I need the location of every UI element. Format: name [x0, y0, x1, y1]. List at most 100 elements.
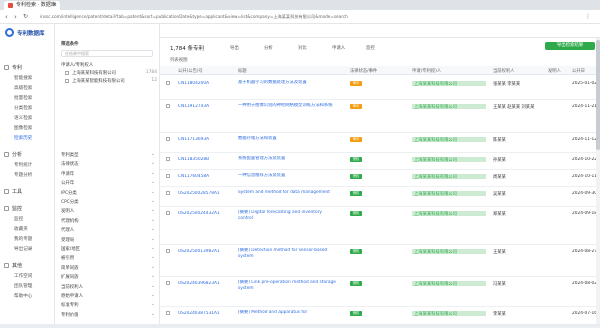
- applicant[interactable]: 上海某某科技有限公司: [412, 174, 492, 180]
- applicant[interactable]: 上海某某科技有限公司: [412, 104, 492, 110]
- checkbox[interactable]: [65, 70, 69, 75]
- column-header[interactable]: 申请(专利权)人: [412, 68, 441, 74]
- chevron-down-icon[interactable]: ⌄: [151, 189, 155, 195]
- toolbar-4[interactable]: 监控: [366, 45, 375, 51]
- applicant[interactable]: 上海某某科技有限公司: [412, 137, 492, 143]
- sidebar-item[interactable]: 分类检索: [14, 105, 32, 111]
- sidebar-item[interactable]: 团队管理: [14, 283, 32, 289]
- inventor[interactable]: 吴某某: [493, 191, 541, 197]
- chevron-down-icon[interactable]: ⌄: [151, 160, 155, 166]
- sidebar-item[interactable]: 专题分析: [14, 172, 32, 178]
- chevron-down-icon[interactable]: ⌄: [151, 170, 155, 176]
- chevron-down-icon[interactable]: ⌄: [151, 292, 155, 298]
- chevron-down-icon[interactable]: ⌄: [151, 151, 155, 157]
- sidebar-group[interactable]: 专利: [4, 64, 22, 71]
- sidebar-item[interactable]: 语义检索: [14, 115, 32, 121]
- sidebar-group[interactable]: 工具: [4, 188, 22, 195]
- sidebar-group[interactable]: 分析: [4, 151, 22, 158]
- patent-title[interactable]: 基于机器学习的数据处理方法及装置: [238, 80, 336, 86]
- sidebar-item[interactable]: 高级检索: [14, 85, 32, 91]
- applicant[interactable]: 上海某某科技有限公司: [412, 249, 492, 255]
- chevron-down-icon[interactable]: ⌄: [151, 179, 155, 185]
- chevron-down-icon[interactable]: ⌄: [151, 236, 155, 242]
- row-checkbox[interactable]: [166, 81, 170, 85]
- column-header[interactable]: 标题: [238, 68, 247, 74]
- facet-2[interactable]: 申请年: [61, 171, 74, 177]
- row-checkbox[interactable]: [166, 174, 170, 178]
- chevron-down-icon[interactable]: ⌄: [151, 198, 155, 204]
- sidebar-group[interactable]: 监控: [4, 205, 22, 212]
- column-header[interactable]: 法律状态/事件: [350, 68, 377, 74]
- chevron-down-icon[interactable]: ⌄: [151, 264, 155, 270]
- close-icon[interactable]: ×: [53, 1, 57, 10]
- column-header[interactable]: 当前权利人: [493, 68, 514, 74]
- browser-tab[interactable]: 专利检索 · 数据库 ×: [4, 1, 60, 10]
- inventor[interactable]: 郑某某: [493, 211, 541, 217]
- sidebar-item[interactable]: 我的专题: [14, 236, 32, 242]
- patent-title[interactable]: 数据存储方法和装置: [238, 136, 336, 142]
- facet-6[interactable]: 发明人: [61, 208, 74, 214]
- forward-icon[interactable]: ›: [14, 13, 17, 21]
- reload-icon[interactable]: ↻: [23, 13, 28, 20]
- applicant[interactable]: 上海某某科技有限公司: [412, 311, 492, 317]
- patent-title[interactable]: [摘要] Detection method for sensor-based s…: [238, 248, 336, 259]
- inventor[interactable]: 李某某: [493, 311, 541, 317]
- facet-8[interactable]: 代理人: [61, 227, 74, 233]
- tree-item[interactable]: 上海某某科技有限公司 1784: [65, 70, 157, 76]
- patent-title[interactable]: 一种用于图像识别的神经网络模型训练方法和系统: [238, 103, 336, 109]
- patent-title[interactable]: System and method for data management: [238, 190, 336, 196]
- inventor[interactable]: 王某某 赵某某 刘某某: [493, 104, 541, 110]
- inventor[interactable]: 周某某: [493, 174, 541, 180]
- patent-title[interactable]: [摘要] Method and apparatus for: [238, 310, 336, 316]
- facet-5[interactable]: CPC分类: [61, 199, 79, 205]
- patent-number[interactable]: US20240387531A1: [178, 311, 220, 316]
- chevron-down-icon[interactable]: ⌄: [151, 283, 155, 289]
- sidebar-item[interactable]: 图像检索: [14, 125, 32, 131]
- facet-3[interactable]: 公开年: [61, 180, 74, 186]
- applicant[interactable]: 上海某某科技有限公司: [412, 191, 492, 197]
- patent-title[interactable]: [摘要] Digital forecasting and inventory c…: [238, 210, 336, 221]
- facet-17[interactable]: 专利价值: [61, 312, 79, 318]
- sidebar-group[interactable]: 其他: [4, 262, 22, 269]
- patent-number[interactable]: CN11713693A: [178, 137, 209, 142]
- facet-10[interactable]: 国家/地区: [61, 246, 80, 252]
- facet-0[interactable]: 专利类型: [61, 152, 79, 158]
- toolbar-0[interactable]: 导出: [230, 45, 239, 51]
- patent-number[interactable]: CN11912743A: [178, 104, 209, 109]
- chevron-down-icon[interactable]: ⌄: [151, 226, 155, 232]
- patent-number[interactable]: CN11804200A: [178, 81, 209, 86]
- facet-4[interactable]: IPC分类: [61, 190, 77, 196]
- chevron-down-icon[interactable]: ⌄: [151, 217, 155, 223]
- facet-15[interactable]: 原始申请人: [61, 293, 83, 299]
- sidebar-item[interactable]: 帮助中心: [14, 293, 32, 299]
- facet-13[interactable]: 扩展同族: [61, 274, 79, 280]
- row-checkbox[interactable]: [166, 211, 170, 215]
- facet-1[interactable]: 法律状态: [61, 161, 79, 167]
- chevron-down-icon[interactable]: ⌄: [151, 273, 155, 279]
- inventor[interactable]: 张某某 李某某: [493, 81, 541, 87]
- row-checkbox[interactable]: [166, 137, 170, 141]
- facet-11[interactable]: 被引用: [61, 255, 74, 261]
- patent-title[interactable]: 一种信息推荐方法及装置: [238, 173, 336, 179]
- menu-icon[interactable]: ⋮: [585, 13, 591, 20]
- chevron-down-icon[interactable]: ⌄: [151, 301, 155, 307]
- sidebar-item[interactable]: 导出记录: [14, 246, 32, 252]
- column-header[interactable]: 公开日: [572, 68, 585, 74]
- facet-7[interactable]: 代理机构: [61, 218, 79, 224]
- export-results-button[interactable]: 导出检索结果: [545, 42, 595, 50]
- patent-number[interactable]: CN11835028B: [178, 157, 209, 162]
- toolbar-3[interactable]: 申请人: [332, 45, 345, 51]
- facet-12[interactable]: 简单同族: [61, 265, 79, 271]
- inventor[interactable]: 王某某: [493, 249, 541, 255]
- facet-9[interactable]: 受理局: [61, 237, 74, 243]
- inventor[interactable]: 冯某某: [493, 281, 541, 287]
- facet-16[interactable]: 标准专利: [61, 302, 79, 308]
- row-checkbox[interactable]: [166, 157, 170, 161]
- toolbar-1[interactable]: 分析: [264, 45, 273, 51]
- row-checkbox[interactable]: [166, 104, 170, 108]
- sidebar-item[interactable]: 专利统计: [14, 162, 32, 168]
- patent-number[interactable]: US20240396823A1: [178, 281, 220, 286]
- applicant[interactable]: 上海某某科技有限公司: [412, 81, 492, 87]
- facet-14[interactable]: 当前权利人: [61, 284, 83, 290]
- sidebar-item[interactable]: 收藏夹: [14, 226, 28, 232]
